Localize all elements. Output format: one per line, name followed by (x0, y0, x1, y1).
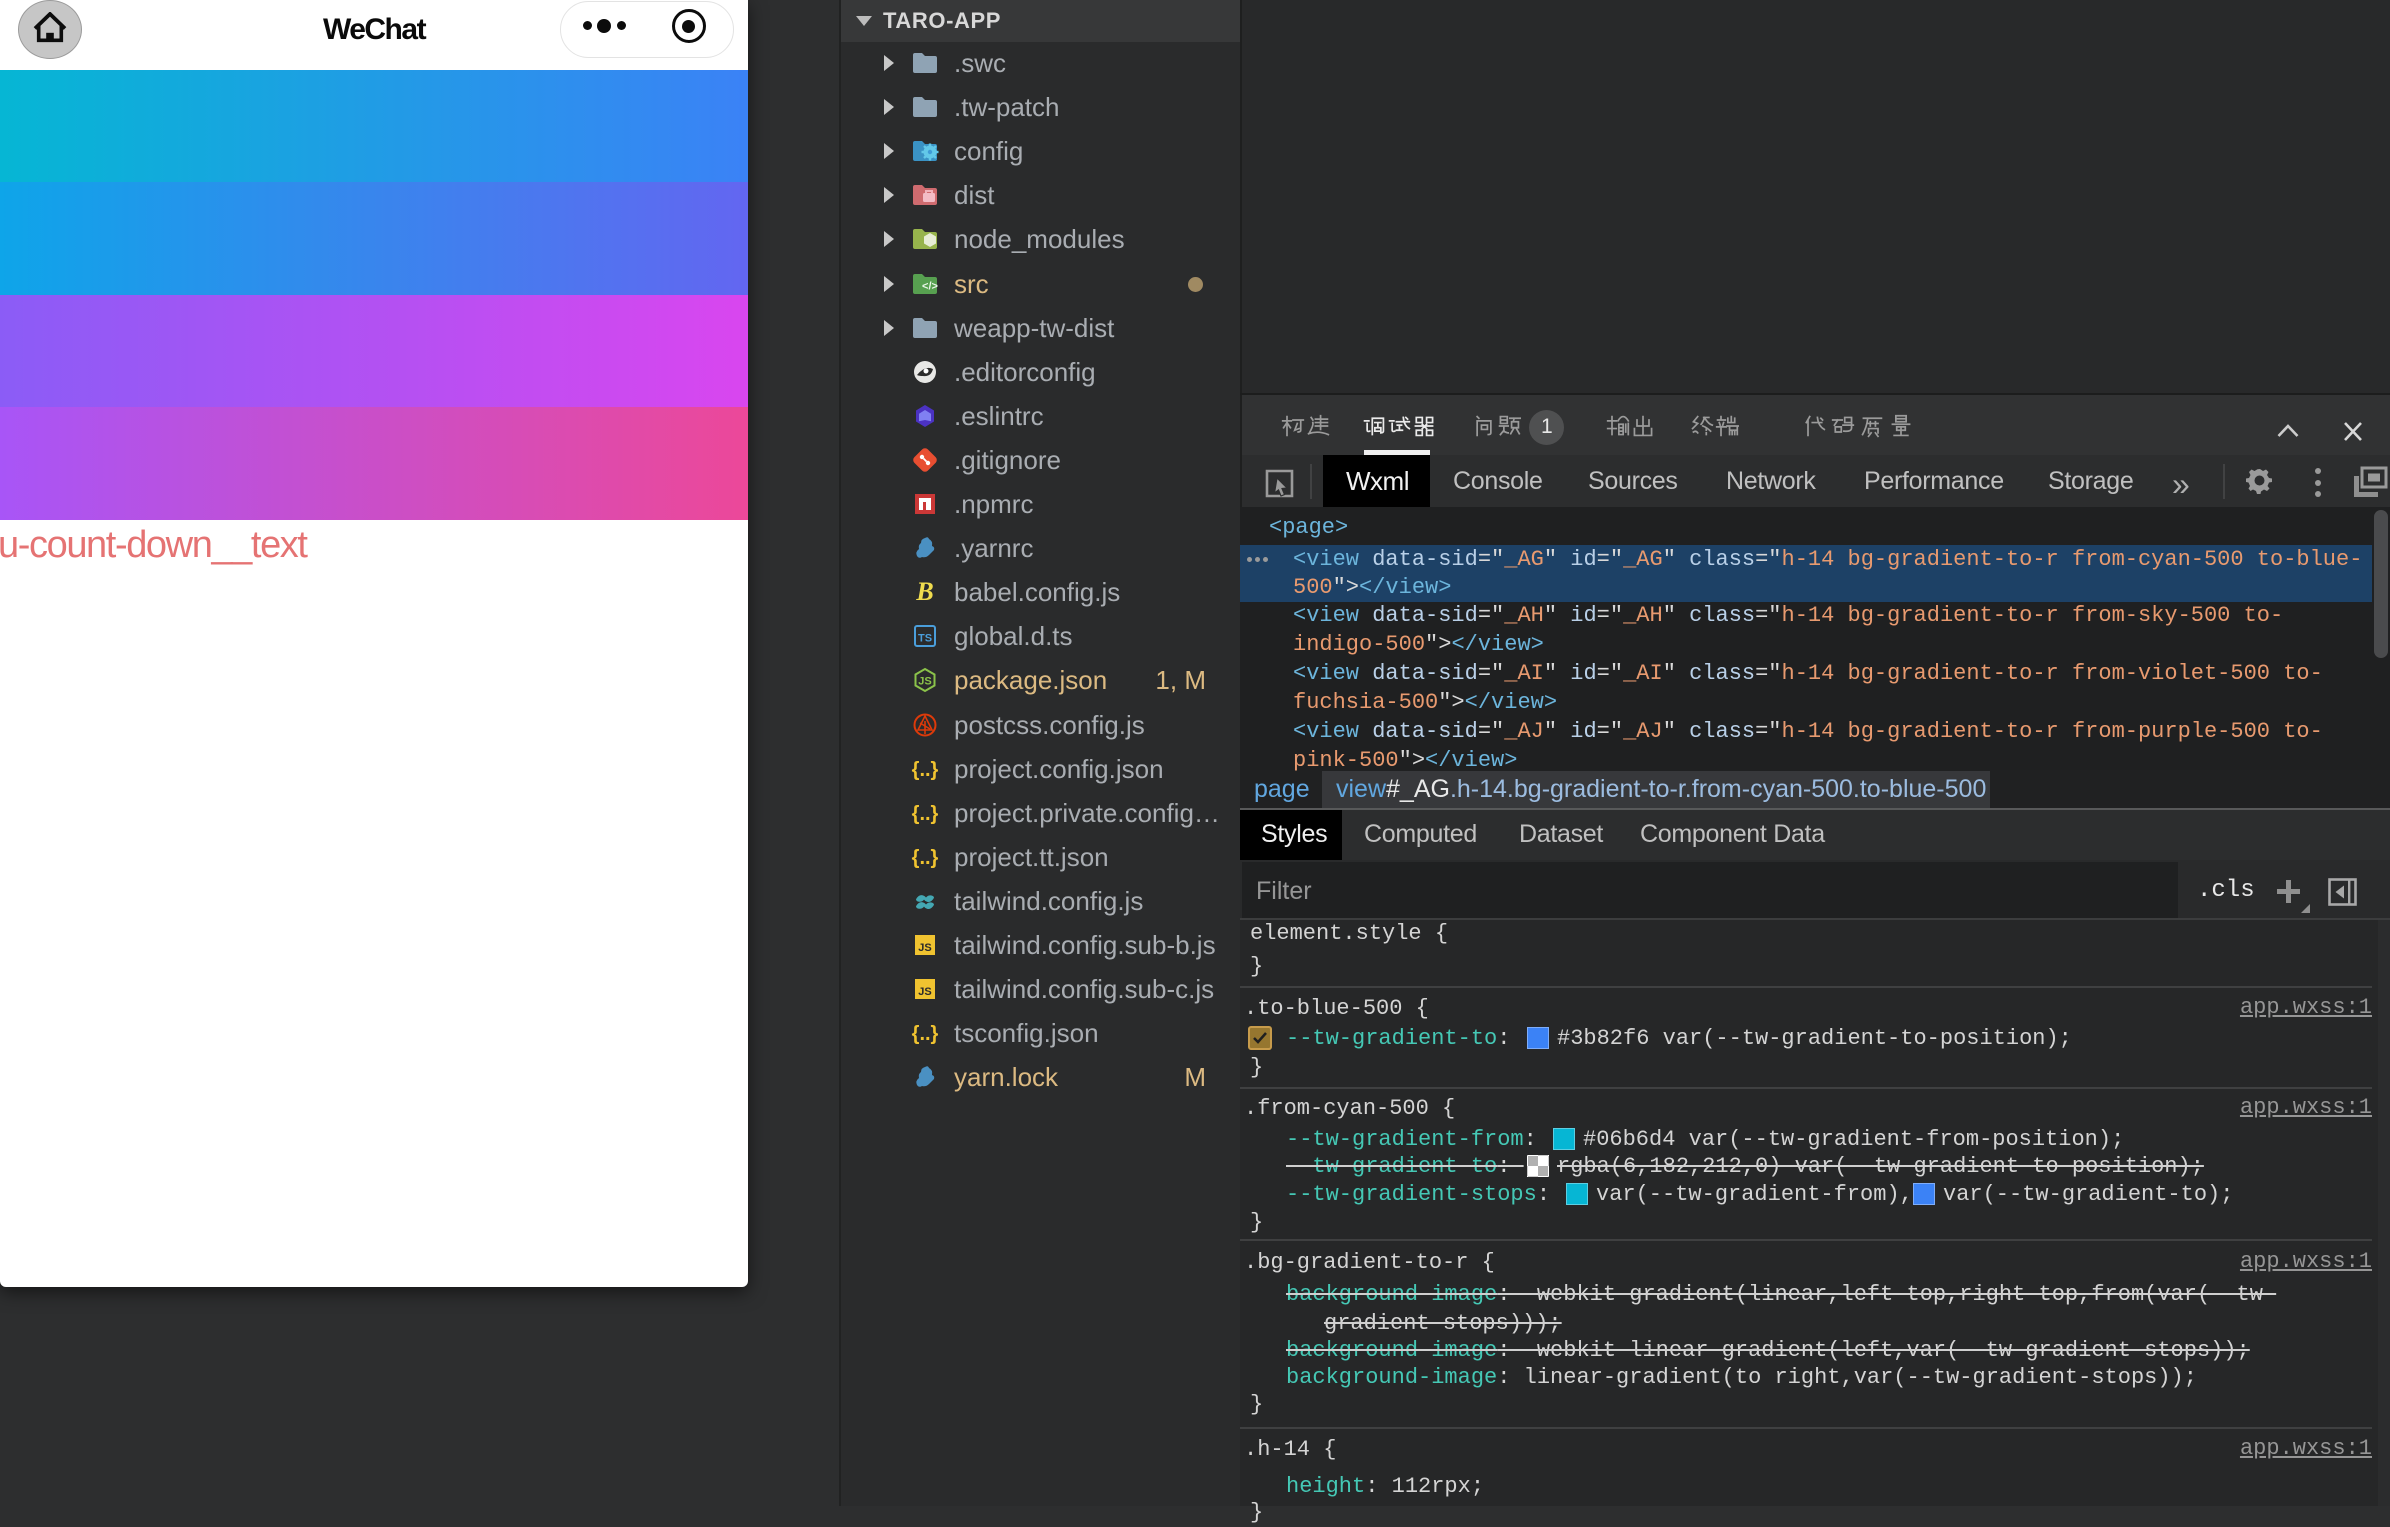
svg-text:{..}: {..} (912, 759, 939, 781)
svg-text:TS: TS (918, 633, 932, 645)
svg-text:</>: </> (922, 280, 938, 292)
svg-text:B: B (915, 578, 933, 606)
svg-text:{..}: {..} (912, 803, 939, 825)
svg-text:{..}: {..} (912, 1023, 939, 1045)
svg-text:JS: JS (918, 942, 931, 954)
svg-text:JS: JS (918, 986, 931, 998)
svg-text:{..}: {..} (912, 847, 939, 869)
svg-text:JS: JS (918, 676, 931, 688)
